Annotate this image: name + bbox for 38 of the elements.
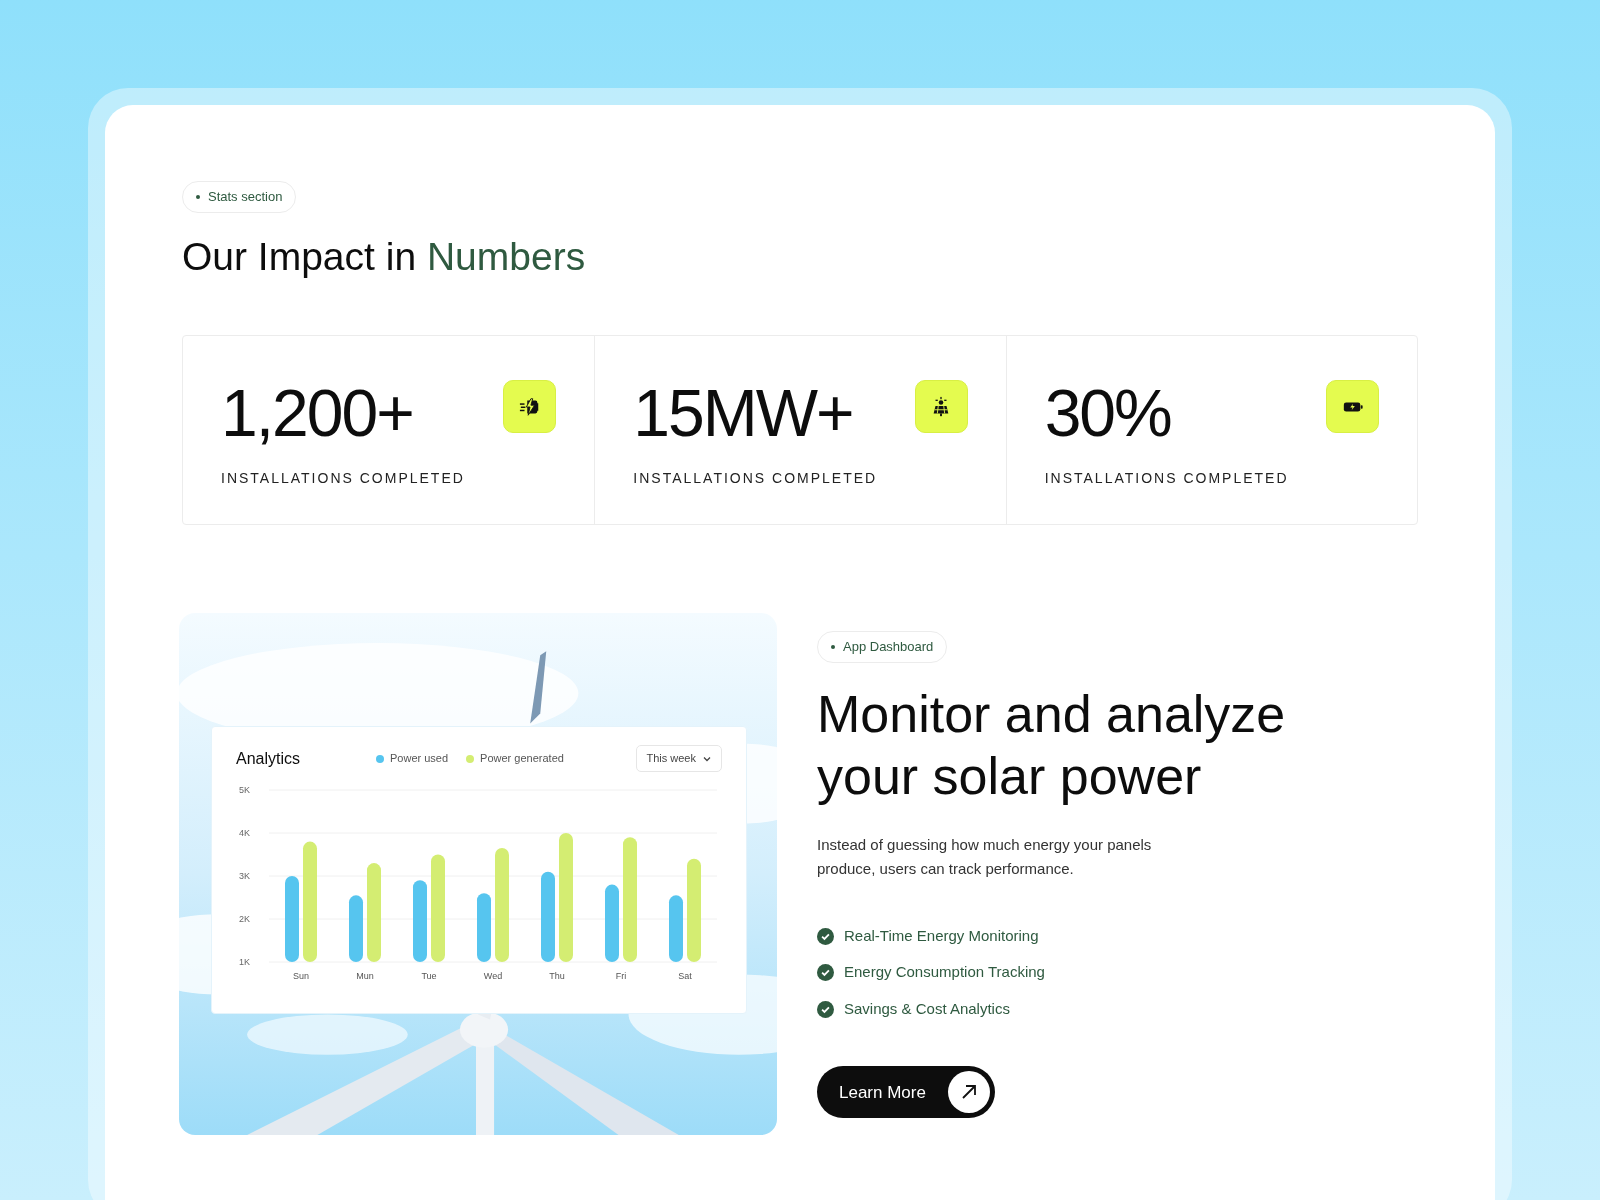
axis-label: Sun: [293, 970, 309, 981]
section-title: Our Impact in Numbers: [182, 233, 587, 280]
axis-label: Sat: [678, 970, 692, 981]
stat-value: 30%: [1044, 380, 1171, 447]
stat-value: 1,200+: [221, 380, 413, 447]
axis-label: Mun: [356, 970, 374, 981]
section-heading: Monitor and analyze your solar power: [817, 683, 1287, 807]
legend-label: Power used: [390, 751, 449, 767]
axis-label: Thu: [549, 970, 565, 981]
check-circle-icon: [817, 1000, 834, 1018]
bar: [349, 895, 363, 962]
card-title: Analytics: [236, 748, 302, 769]
period-dropdown[interactable]: This week: [636, 745, 722, 772]
stat-label: INSTALLATIONS COMPLETED: [221, 469, 466, 489]
feature-item: Energy Consumption Tracking: [844, 962, 1045, 983]
axis-label: Tue: [421, 970, 437, 981]
check-circle-icon: [817, 927, 834, 945]
learn-more-button[interactable]: Learn More: [817, 1066, 995, 1119]
section-badge: App Dashboard: [817, 631, 948, 663]
axis-label: 2K: [239, 913, 250, 924]
bar: [477, 892, 491, 962]
feature-item: Savings & Cost Analytics: [844, 998, 1010, 1019]
axis-label: Wed: [483, 970, 503, 981]
axis-label: Fri: [615, 970, 627, 981]
legend-label: Power generated: [480, 751, 564, 767]
section-badge: Stats section: [182, 181, 297, 213]
stat-label: INSTALLATIONS COMPLETED: [633, 469, 879, 489]
check-circle-icon: [817, 964, 834, 981]
stat-label: INSTALLATIONS COMPLETED: [1044, 469, 1290, 489]
axis-label: 5K: [239, 784, 250, 795]
axis-label: 1K: [239, 956, 250, 967]
charging-icon: [518, 395, 541, 418]
feature-item: Real-Time Energy Monitoring: [844, 925, 1039, 946]
stat-value: 15MW+: [633, 380, 853, 447]
bar: [669, 895, 683, 962]
axis-label: 4K: [239, 827, 250, 838]
axis-label: 3K: [239, 870, 250, 881]
section-description: Instead of guessing how much energy your panels produce, users can track performance.: [817, 834, 1153, 879]
